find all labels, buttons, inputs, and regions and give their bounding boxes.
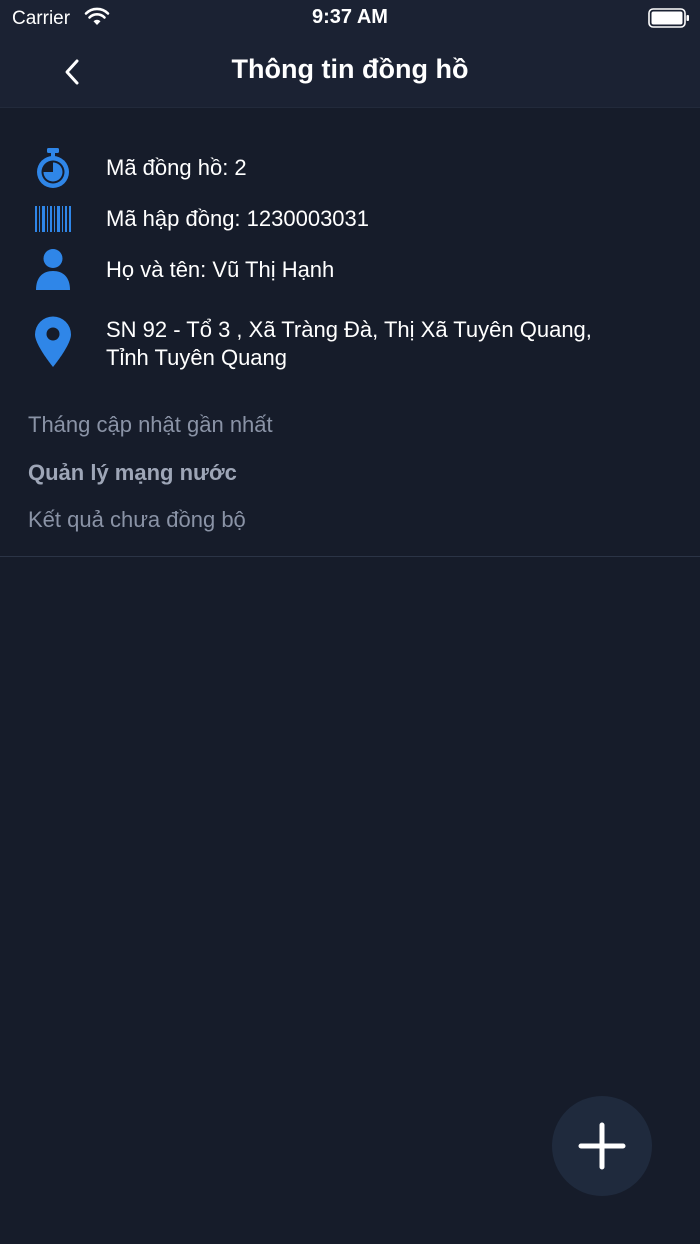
- person-icon: [36, 249, 70, 290]
- meter-code-text: Mã đồng hồ: 2: [106, 155, 247, 180]
- section-divider: [0, 556, 700, 557]
- plus-icon: [578, 1122, 626, 1170]
- unsynced-results-label[interactable]: Kết quả chưa đồng bộ: [28, 507, 246, 533]
- barcode-icon: [35, 206, 71, 232]
- contract-code-row: Mã hập đồng: 1230003031: [0, 200, 700, 240]
- location-pin-icon: [35, 316, 71, 367]
- stopwatch-icon: [37, 148, 69, 188]
- last-update-label[interactable]: Tháng cập nhật gần nhất: [28, 412, 273, 438]
- address-text: SN 92 - Tổ 3 , Xã Tràng Đà, Thị Xã Tuyên…: [106, 316, 676, 372]
- address-line-2: Tỉnh Tuyên Quang: [106, 345, 288, 370]
- add-button[interactable]: [552, 1096, 652, 1196]
- navigation-bar: Thông tin đồng hồ: [0, 38, 700, 108]
- address-row: SN 92 - Tổ 3 , Xã Tràng Đà, Thị Xã Tuyên…: [0, 312, 700, 376]
- address-line-1: SN 92 - Tổ 3 , Xã Tràng Đà, Thị Xã Tuyên…: [106, 317, 592, 342]
- contract-code-text: Mã hập đồng: 1230003031: [106, 206, 370, 231]
- full-name-row: Họ và tên: Vũ Thị Hạnh: [0, 246, 700, 294]
- full-name-text: Họ và tên: Vũ Thị Hạnh: [106, 257, 335, 282]
- status-time: 9:37 AM: [312, 6, 388, 28]
- status-bar: Carrier 9:37 AM: [0, 0, 700, 38]
- meter-code-row: Mã đồng hồ: 2: [0, 144, 700, 192]
- battery-icon: [648, 8, 689, 28]
- page-title: Thông tin đồng hồ: [231, 54, 469, 84]
- network-management-label[interactable]: Quản lý mạng nước: [28, 460, 237, 486]
